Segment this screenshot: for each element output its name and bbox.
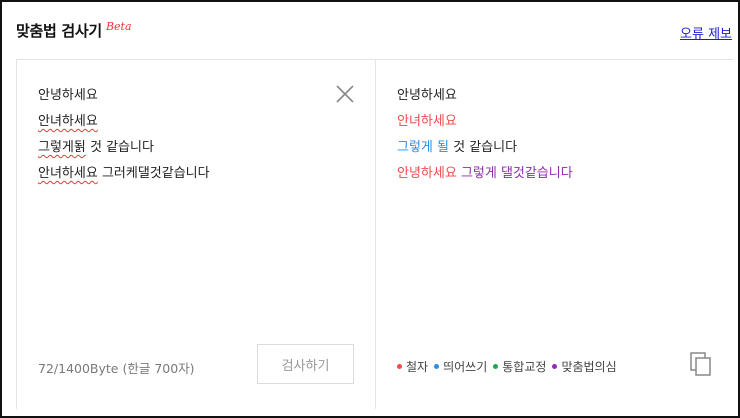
result-line: 안녕하세요 그렇게 댈것같습니다 [397,164,717,190]
result-area: 안녕하세요 안녀하세요 그렇게 될 것 같습니다 안녕하세요 그렇게 댈것같습니다 [397,86,717,190]
result-text: 안녕하세요 [397,88,457,103]
legend-item-spelling: 철자 [397,358,428,375]
panel-divider [375,59,376,409]
legend-label: 철자 [406,360,429,374]
clear-button[interactable] [334,83,356,105]
result-line: 안녀하세요 [397,112,717,138]
input-text: 것 같습니다 [85,140,154,155]
error-text: 안녀하세요 [38,114,98,129]
result-line: 그렇게 될 것 같습니다 [397,138,717,164]
legend-item-spacing: 띄어쓰기 [434,358,487,375]
input-textarea[interactable]: 안녕하세요 안녀하세요 그렇게됡 것 같습니다 안녀하세요 그러케댈것같습니다 [38,86,338,190]
result-line: 안녕하세요 [397,86,717,112]
corrected-text[interactable]: 안녀하세요 [397,114,457,129]
copy-button[interactable] [689,351,713,377]
input-line: 안녀하세요 그러케댈것같습니다 [38,164,338,190]
input-text: 그러케댈것같습니다 [97,166,210,181]
byte-counter: 72/1400Byte (한글 700자) [38,361,195,376]
input-line: 안녕하세요 [38,86,338,112]
legend-dot [434,364,440,369]
close-icon [336,85,354,103]
legend-dot [493,364,499,369]
legend-label: 맞춤법의심 [561,360,617,374]
legend-label: 띄어쓰기 [443,360,488,374]
corrected-text[interactable]: 그렇게 댈것같습니다 [457,166,573,181]
legend-dot [552,364,558,369]
copy-icon [690,352,711,376]
report-error-link[interactable]: 오류 제보 [680,23,732,42]
corrected-text[interactable]: 안녕하세요 [397,166,457,181]
input-line: 그렇게됡 것 같습니다 [38,138,338,164]
legend-item-suspect: 맞춤법의심 [552,358,617,375]
legend-dot [397,364,402,369]
input-text: 안녕하세요 [38,88,98,103]
input-line: 안녀하세요 [38,112,338,138]
legend-item-combined: 통합교정 [493,358,546,375]
legend: 철자 띄어쓰기 통합교정 맞춤법의심 [397,358,623,375]
error-text: 그렇게됡 [38,140,86,155]
header: 맞춤법 검사기 Beta [16,20,132,41]
result-text: 것 같습니다 [448,140,518,155]
page-title: 맞춤법 검사기 [16,22,102,40]
beta-badge: Beta [105,20,132,33]
error-text: 안녀하세요 [38,166,98,181]
legend-label: 통합교정 [502,360,547,374]
check-button[interactable]: 검사하기 [257,344,354,384]
corrected-text[interactable]: 그렇게 될 [397,140,449,155]
